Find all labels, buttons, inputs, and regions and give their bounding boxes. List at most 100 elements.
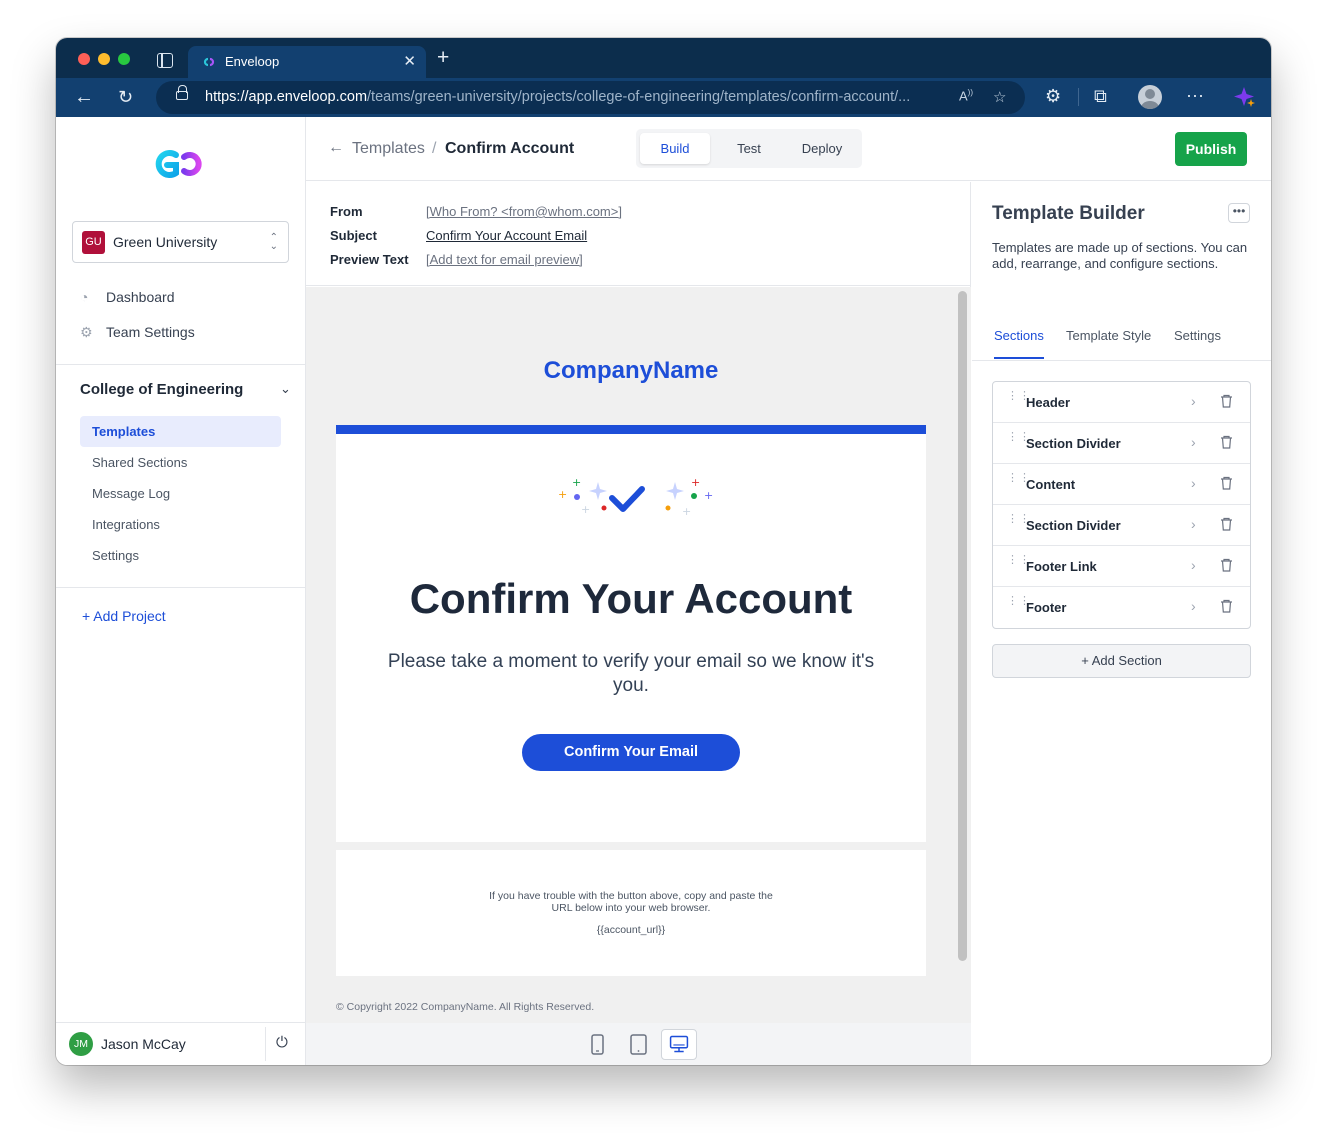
- chevron-right-icon[interactable]: ›: [1191, 475, 1196, 491]
- list-item[interactable]: ⋮⋮ Section Divider ›: [993, 423, 1250, 464]
- list-item[interactable]: ⋮⋮ Header ›: [993, 382, 1250, 423]
- page-title: Confirm Account: [445, 140, 575, 157]
- chevron-right-icon[interactable]: ›: [1191, 393, 1196, 409]
- user-name[interactable]: Jason McCay: [101, 1036, 186, 1052]
- preview-text-label: Preview Text: [330, 252, 409, 267]
- org-select[interactable]: GU Green University ⌃ ⌄: [72, 221, 289, 263]
- tab-settings[interactable]: Settings: [1174, 328, 1221, 357]
- main: ← Templates / Confirm Account Build Test…: [306, 117, 1271, 1065]
- collections-icon[interactable]: ⧉: [1094, 87, 1107, 105]
- trash-icon[interactable]: [1220, 394, 1233, 408]
- phone-icon: [591, 1034, 604, 1055]
- chevron-updown-icon: ⌃ ⌄: [269, 232, 278, 252]
- org-name: Green University: [113, 234, 218, 250]
- list-item[interactable]: ⋮⋮ Section Divider ›: [993, 505, 1250, 546]
- sidebar-item-settings[interactable]: Settings: [80, 540, 281, 571]
- link-help-text: If you have trouble with the button abov…: [489, 890, 773, 914]
- avatar[interactable]: JM: [69, 1032, 93, 1056]
- tab-test[interactable]: Test: [716, 133, 782, 164]
- add-project-button[interactable]: + Add Project: [82, 608, 166, 624]
- tab-deploy[interactable]: Deploy: [786, 133, 858, 164]
- list-item[interactable]: ⋮⋮ Content ›: [993, 464, 1250, 505]
- chevron-right-icon[interactable]: ›: [1191, 557, 1196, 573]
- desktop-preview-button[interactable]: [661, 1029, 697, 1060]
- trash-icon[interactable]: [1220, 558, 1233, 572]
- sidebar-item-integrations[interactable]: Integrations: [80, 509, 281, 540]
- extensions-icon[interactable]: ⚙: [1045, 87, 1061, 105]
- section-name: Footer Link: [1026, 559, 1097, 574]
- email-content-card[interactable]: + + + + + + Confirm Your Account Please …: [336, 425, 926, 842]
- tab-sections[interactable]: Sections: [994, 328, 1044, 359]
- lock-icon: [176, 85, 188, 100]
- browser-tab-bar: Enveloop ✕ +: [56, 38, 1271, 78]
- minimize-window-button[interactable]: [98, 53, 110, 65]
- zoom-window-button[interactable]: [118, 53, 130, 65]
- chevron-right-icon[interactable]: ›: [1191, 434, 1196, 450]
- subject-field[interactable]: Confirm Your Account Email: [426, 228, 587, 243]
- list-item[interactable]: ⋮⋮ Footer Link ›: [993, 546, 1250, 587]
- project-title[interactable]: College of Engineering: [80, 381, 243, 398]
- divider: [56, 364, 306, 365]
- sidebar-item-message-log[interactable]: Message Log: [80, 478, 281, 509]
- company-name[interactable]: CompanyName: [306, 357, 956, 385]
- device-switcher: [306, 1023, 971, 1065]
- trash-icon[interactable]: [1220, 476, 1233, 490]
- profile-avatar-icon[interactable]: [1138, 85, 1162, 109]
- power-icon[interactable]: ⏻: [276, 1034, 288, 1051]
- add-section-button[interactable]: + Add Section: [992, 644, 1251, 678]
- footer-link-card[interactable]: If you have trouble with the button abov…: [336, 850, 926, 976]
- list-item[interactable]: ⋮⋮ Footer ›: [993, 587, 1250, 628]
- trash-icon[interactable]: [1220, 517, 1233, 531]
- chevron-right-icon[interactable]: ›: [1191, 598, 1196, 614]
- copilot-sparkle-icon[interactable]: [1234, 86, 1256, 108]
- phone-preview-button[interactable]: [579, 1029, 615, 1060]
- copyright-text[interactable]: © Copyright 2022 CompanyName. All Rights…: [336, 1001, 594, 1013]
- back-icon[interactable]: ←: [74, 87, 94, 107]
- chevron-right-icon[interactable]: ›: [1191, 516, 1196, 532]
- sidebar-item-templates[interactable]: Templates: [80, 416, 281, 447]
- back-arrow-icon[interactable]: ←: [328, 139, 344, 157]
- mode-switcher: Build Test Deploy: [636, 129, 862, 168]
- trash-icon[interactable]: [1220, 435, 1233, 449]
- gear-icon: ⚙: [80, 324, 93, 340]
- svg-text:+: +: [558, 488, 567, 501]
- tab-close-icon[interactable]: ✕: [403, 52, 416, 70]
- sidebar-item-team-settings[interactable]: ⚙ Team Settings: [80, 324, 195, 341]
- dashboard-icon: ◔: [80, 289, 89, 305]
- scrollbar[interactable]: [958, 291, 967, 961]
- reload-icon[interactable]: ↻: [118, 88, 133, 106]
- chevron-down-icon[interactable]: ⌄: [280, 381, 291, 397]
- from-field[interactable]: [Who From? <from@whom.com>]: [426, 204, 622, 219]
- sidebar-item-dashboard[interactable]: ◔ Dashboard: [80, 289, 175, 305]
- subject-label: Subject: [330, 228, 377, 243]
- divider: [265, 1027, 266, 1061]
- publish-button[interactable]: Publish: [1175, 132, 1247, 166]
- sidebar-item-shared-sections[interactable]: Shared Sections: [80, 447, 281, 478]
- breadcrumb-separator: /: [432, 140, 437, 157]
- section-name: Section Divider: [1026, 436, 1121, 451]
- browser-tab-active[interactable]: Enveloop ✕: [188, 46, 426, 78]
- favorites-icon[interactable]: ☆: [993, 88, 1006, 106]
- tab-template-style[interactable]: Template Style: [1066, 328, 1151, 357]
- breadcrumb-templates[interactable]: Templates: [352, 140, 425, 158]
- trash-icon[interactable]: [1220, 599, 1233, 613]
- browser-toolbar: ← ↻ https://app.enveloop.com/teams/green…: [56, 78, 1271, 117]
- topbar: ← Templates / Confirm Account Build Test…: [306, 117, 1271, 181]
- email-heading: Confirm Your Account: [409, 575, 853, 622]
- svg-text:+: +: [704, 489, 713, 502]
- preview-text-field[interactable]: [Add text for email preview]: [426, 252, 583, 267]
- sections-list: ⋮⋮ Header › ⋮⋮ Section Divider › ⋮⋮ Cont…: [992, 381, 1251, 629]
- confirm-email-button[interactable]: Confirm Your Email: [522, 734, 740, 771]
- sidebar: GU Green University ⌃ ⌄ ◔ Dashboard ⚙ Team …: [56, 117, 306, 1065]
- address-bar[interactable]: https://app.enveloop.com/teams/green-uni…: [156, 81, 1025, 114]
- new-tab-icon[interactable]: +: [437, 47, 449, 68]
- enveloop-logo-icon[interactable]: [148, 147, 214, 181]
- read-aloud-icon[interactable]: A)): [959, 88, 973, 103]
- tab-build[interactable]: Build: [640, 133, 710, 164]
- more-icon[interactable]: ···: [1186, 86, 1204, 104]
- more-options-icon[interactable]: •••: [1228, 203, 1250, 223]
- tablet-preview-button[interactable]: [620, 1029, 656, 1060]
- email-body-text: Please take a moment to verify your emai…: [387, 651, 875, 696]
- tab-actions-icon[interactable]: [157, 53, 173, 68]
- close-window-button[interactable]: [78, 53, 90, 65]
